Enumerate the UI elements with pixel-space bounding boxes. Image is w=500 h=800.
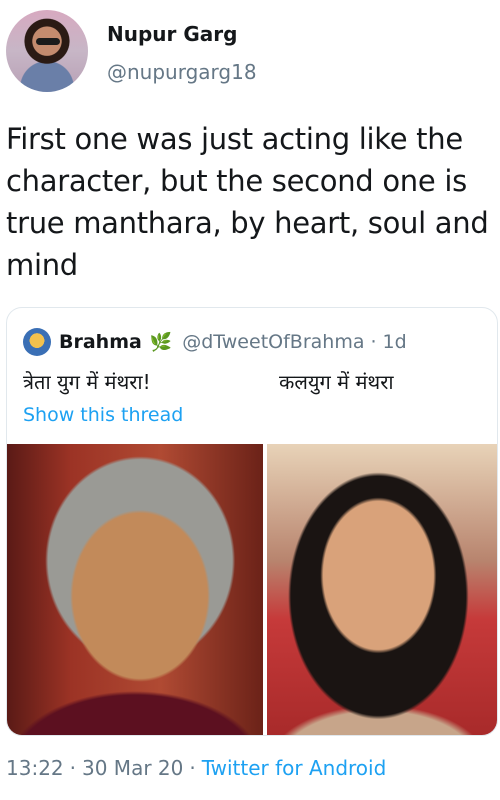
quoted-tweet-card[interactable]: Brahma 🌿 @dTweetOfBrahma · 1d त्रेता युग… (6, 307, 498, 736)
tweet-text: First one was just acting like the chara… (6, 122, 489, 282)
author-name[interactable]: Nupur Garg (107, 22, 237, 46)
quoted-tweet-text-left: त्रेता युग में मंथरा! (23, 370, 151, 394)
quoted-author-avatar[interactable] (23, 328, 51, 356)
show-thread-link[interactable]: Show this thread (23, 404, 183, 426)
quoted-author-name[interactable]: Brahma (59, 331, 142, 353)
quoted-author-handle[interactable]: @dTweetOfBrahma (182, 331, 364, 353)
tweet-date[interactable]: 30 Mar 20 (82, 756, 183, 780)
leaf-icon: 🌿 (149, 331, 173, 353)
quoted-tweet-text-right: कलयुग में मंथरा (279, 370, 394, 394)
separator-dot: · (69, 756, 76, 780)
separator-dot: · (189, 756, 196, 780)
author-handle[interactable]: @nupurgarg18 (107, 60, 257, 84)
quoted-tweet-time[interactable]: 1d (383, 331, 407, 353)
quoted-photo-right[interactable] (267, 444, 497, 735)
separator-dot: · (370, 331, 377, 353)
quoted-tweet-header: Brahma 🌿 @dTweetOfBrahma · 1d (23, 325, 407, 359)
source-app-link[interactable]: Twitter for Android (202, 756, 387, 780)
sunglasses-graphic (36, 38, 60, 45)
tweet-time[interactable]: 13:22 (6, 756, 64, 780)
author-avatar[interactable] (6, 10, 88, 92)
quoted-photo-left[interactable] (7, 444, 263, 735)
tweet-footer: 13:22 · 30 Mar 20 · Twitter for Android (6, 756, 386, 780)
